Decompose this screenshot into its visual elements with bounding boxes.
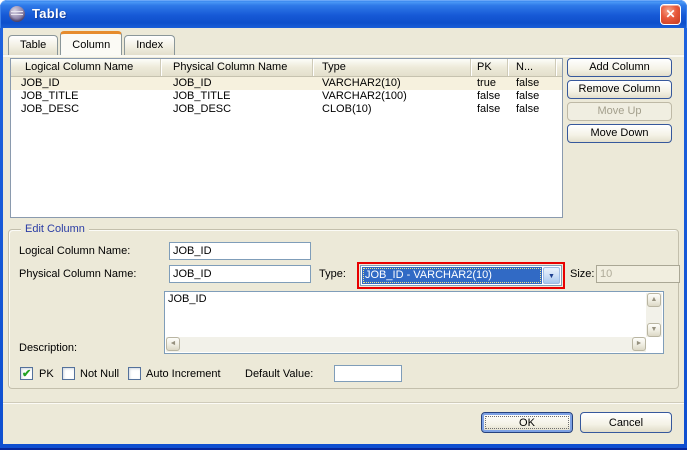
cell-logical: JOB_DESC bbox=[11, 103, 161, 116]
table-row[interactable]: JOB_ID JOB_ID VARCHAR2(10) true false bbox=[11, 77, 562, 90]
cell-physical: JOB_DESC bbox=[161, 103, 313, 116]
columns-grid-header: Logical Column Name Physical Column Name… bbox=[11, 59, 562, 77]
tab-strip: Table Column Index bbox=[8, 31, 177, 55]
description-textarea[interactable]: JOB_ID ▲ ▼ ◄ ► bbox=[164, 291, 664, 354]
pk-checkbox[interactable]: ✔ bbox=[20, 367, 33, 380]
cell-physical: JOB_ID bbox=[161, 77, 313, 90]
header-not-null[interactable]: N... bbox=[508, 59, 556, 76]
header-filler bbox=[556, 59, 562, 76]
window-title: Table bbox=[32, 6, 67, 21]
columns-grid: Logical Column Name Physical Column Name… bbox=[10, 58, 563, 218]
add-column-button[interactable]: Add Column bbox=[567, 58, 672, 77]
cell-type: VARCHAR2(100) bbox=[313, 90, 471, 103]
cell-not-null: false bbox=[508, 77, 556, 90]
description-label: Description: bbox=[19, 342, 77, 354]
cell-not-null: false bbox=[508, 90, 556, 103]
table-row[interactable]: JOB_DESC JOB_DESC CLOB(10) false false bbox=[11, 103, 562, 116]
vertical-scrollbar[interactable]: ▲ ▼ bbox=[646, 293, 662, 337]
cell-pk: true bbox=[471, 77, 508, 90]
cell-pk: false bbox=[471, 103, 508, 116]
remove-column-button[interactable]: Remove Column bbox=[567, 80, 672, 99]
dialog-client-area: Table Column Index Logical Column Name P… bbox=[3, 28, 684, 444]
header-physical-column-name[interactable]: Physical Column Name bbox=[161, 59, 313, 76]
pk-checkbox-label: PK bbox=[39, 368, 54, 380]
close-icon[interactable]: ✕ bbox=[660, 4, 681, 25]
title-bar[interactable]: Table ✕ bbox=[0, 0, 687, 28]
cell-physical: JOB_TITLE bbox=[161, 90, 313, 103]
auto-increment-checkbox[interactable]: ✔ bbox=[128, 367, 141, 380]
header-type[interactable]: Type bbox=[313, 59, 471, 76]
table-dialog-window: Table ✕ Table Column Index Logical Colum… bbox=[0, 0, 687, 450]
scroll-right-icon[interactable]: ► bbox=[632, 337, 646, 351]
logical-column-name-input[interactable] bbox=[169, 242, 311, 260]
not-null-checkbox[interactable]: ✔ bbox=[62, 367, 75, 380]
header-pk[interactable]: PK bbox=[471, 59, 508, 76]
scroll-down-icon[interactable]: ▼ bbox=[647, 323, 661, 337]
cell-not-null: false bbox=[508, 103, 556, 116]
footer-separator bbox=[3, 402, 684, 404]
cancel-button[interactable]: Cancel bbox=[580, 412, 672, 433]
scroll-left-icon[interactable]: ◄ bbox=[166, 337, 180, 351]
type-selected-value: JOB_ID - VARCHAR2(10) bbox=[362, 267, 542, 284]
header-logical-column-name[interactable]: Logical Column Name bbox=[11, 59, 161, 76]
size-label: Size: bbox=[570, 268, 594, 280]
cell-logical: JOB_TITLE bbox=[11, 90, 161, 103]
edit-column-group: Edit Column Logical Column Name: Physica… bbox=[8, 229, 679, 389]
default-value-label: Default Value: bbox=[245, 368, 313, 380]
default-value-input[interactable] bbox=[334, 365, 402, 382]
physical-column-name-label: Physical Column Name: bbox=[19, 268, 136, 280]
cell-type: CLOB(10) bbox=[313, 103, 471, 116]
size-input[interactable] bbox=[596, 265, 680, 283]
ok-button[interactable]: OK bbox=[481, 412, 573, 433]
type-label: Type: bbox=[319, 268, 346, 280]
chevron-down-icon[interactable]: ▼ bbox=[543, 267, 560, 284]
horizontal-scrollbar[interactable]: ◄ ► bbox=[166, 337, 646, 352]
tab-index[interactable]: Index bbox=[124, 35, 175, 55]
description-text: JOB_ID bbox=[168, 293, 207, 305]
physical-column-name-input[interactable] bbox=[169, 265, 311, 283]
not-null-checkbox-label: Not Null bbox=[80, 368, 119, 380]
tab-table[interactable]: Table bbox=[8, 35, 58, 55]
cell-logical: JOB_ID bbox=[11, 77, 161, 90]
type-combobox[interactable]: JOB_ID - VARCHAR2(10) ▼ bbox=[360, 265, 562, 286]
move-up-button[interactable]: Move Up bbox=[567, 102, 672, 121]
edit-column-group-title: Edit Column bbox=[21, 223, 89, 235]
cell-pk: false bbox=[471, 90, 508, 103]
app-sphere-icon bbox=[9, 6, 25, 22]
auto-increment-checkbox-label: Auto Increment bbox=[146, 368, 221, 380]
move-down-button[interactable]: Move Down bbox=[567, 124, 672, 143]
tab-column[interactable]: Column bbox=[60, 31, 122, 55]
side-button-column: Add Column Remove Column Move Up Move Do… bbox=[567, 58, 672, 146]
logical-column-name-label: Logical Column Name: bbox=[19, 245, 130, 257]
scroll-up-icon[interactable]: ▲ bbox=[647, 293, 661, 307]
check-icon: ✔ bbox=[22, 368, 32, 380]
cell-type: VARCHAR2(10) bbox=[313, 77, 471, 90]
table-row[interactable]: JOB_TITLE JOB_TITLE VARCHAR2(100) false … bbox=[11, 90, 562, 103]
